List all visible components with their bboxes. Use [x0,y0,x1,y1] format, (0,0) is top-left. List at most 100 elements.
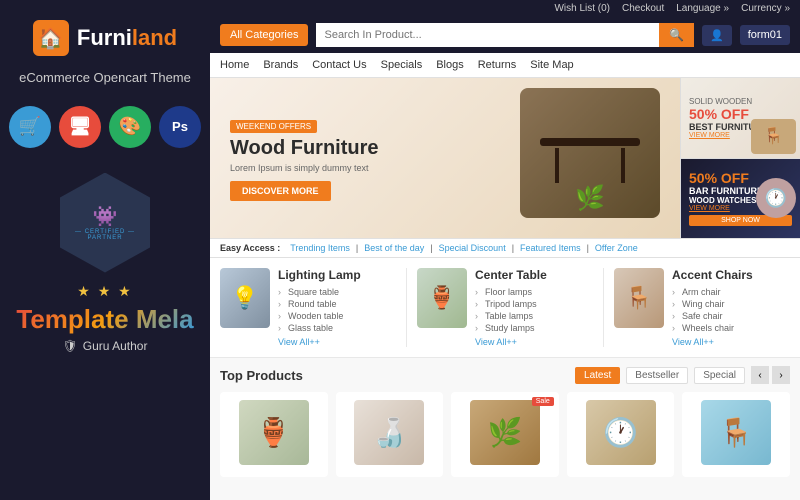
wishlist-link[interactable]: Wish List (0) [554,3,610,14]
special-discount-link[interactable]: Special Discount [439,243,506,253]
accent-chair-image: 🪑 [614,268,664,328]
product-image-3: 🌿 [470,400,540,465]
user-account-button[interactable]: form01 [740,25,790,45]
layers-icon: 🎨 [109,106,151,148]
accent-chairs-list: Arm chair Wing chair Safe chair Wheels c… [672,286,790,334]
hero-furniture-image: 🌿 [520,88,660,218]
next-products-button[interactable]: › [772,366,790,384]
top-products-header: Top Products Latest Bestseller Special ‹… [220,366,790,384]
hero-title: Wood Furniture [230,137,379,159]
accent-chairs-content: Accent Chairs Arm chair Wing chair Safe … [672,268,790,347]
list-item: Wheels chair [672,322,790,334]
table-leg-right [621,148,625,183]
top-products-nav: ‹ › [751,366,790,384]
lighting-lamp-title: Lighting Lamp [278,268,396,282]
stars-rating: ★ ★ ★ [77,283,132,300]
checkout-link[interactable]: Checkout [622,3,664,14]
list-item: Wing chair [672,298,790,310]
badge-area: 👾 — CERTIFIED — PARTNER ★ ★ ★ Template M… [16,173,193,353]
best-of-day-link[interactable]: Best of the day [364,243,424,253]
category-divider-2 [603,268,604,347]
hero-content: WEEKEND OFFERS Wood Furniture Lorem Ipsu… [230,116,379,201]
search-bar: 🔍 [316,23,694,47]
hexagon-badge: 👾 — CERTIFIED — PARTNER [60,173,150,273]
discover-more-button[interactable]: DISCOVER MORE [230,181,331,201]
center-table-image: 🏺 [417,268,467,328]
header-icons: 👤 form01 [702,25,790,46]
product-card-2[interactable]: 🍶 [336,392,444,477]
solid-wooden-label: SOLID WOODEN [689,97,792,106]
tab-bestseller[interactable]: Bestseller [626,367,688,384]
brand-name: Template Mela [16,304,193,335]
side-furniture-image: 🪑 [751,119,796,154]
list-item: Square table [278,286,396,298]
search-button[interactable]: 🔍 [659,23,694,47]
list-item: Round table [278,298,396,310]
left-panel: 🏠 Furniland eCommerce Opencart Theme 🛒 🖥… [0,0,210,500]
categories-button[interactable]: All Categories [220,24,308,46]
prev-products-button[interactable]: ‹ [751,366,769,384]
product-badge-3: Sale [532,397,554,406]
shield-icon: 🛡 [63,339,78,353]
product-card-4[interactable]: 🕐 [567,392,675,477]
account-button[interactable]: 👤 [702,25,732,46]
tab-latest[interactable]: Latest [575,367,620,384]
nav-contact[interactable]: Contact Us [312,59,366,71]
right-panel: Wish List (0) Checkout Language » Curren… [210,0,800,500]
table-leg-left [555,148,559,183]
category-accent-chairs: 🪑 Accent Chairs Arm chair Wing chair Saf… [614,268,790,347]
nav-blogs[interactable]: Blogs [436,59,464,71]
table-shape [540,123,640,183]
easy-access-bar: Easy Access : Trending Items | Best of t… [210,238,800,258]
search-input[interactable] [316,23,659,47]
product-card-3[interactable]: Sale 🌿 [451,392,559,477]
nav-brands[interactable]: Brands [263,59,298,71]
top-products-controls: Latest Bestseller Special ‹ › [575,366,790,384]
trending-items-link[interactable]: Trending Items [290,243,350,253]
monster-face-icon: 👾 [93,204,118,229]
list-item: Floor lamps [475,286,593,298]
nav-bar: Home Brands Contact Us Specials Blogs Re… [210,53,800,78]
tab-special[interactable]: Special [694,367,745,384]
logo-area: 🏠 Furniland [33,20,177,56]
product-card-5[interactable]: 🪑 [682,392,790,477]
nav-sitemap[interactable]: Site Map [530,59,573,71]
category-divider-1 [406,268,407,347]
author-label: 🛡 Guru Author [63,339,148,353]
lighting-lamp-image: 💡 [220,268,270,328]
hex-inner: 👾 — CERTIFIED — PARTNER [75,204,135,241]
tagline: eCommerce Opencart Theme [19,68,191,88]
accent-chairs-title: Accent Chairs [672,268,790,282]
product-card-1[interactable]: 🏺 [220,392,328,477]
nav-home[interactable]: Home [220,59,249,71]
offer-zone-link[interactable]: Offer Zone [595,243,638,253]
lighting-view-all-link[interactable]: View All++ [278,337,396,347]
featured-items-link[interactable]: Featured Items [520,243,581,253]
nav-specials[interactable]: Specials [381,59,423,71]
categories-section: 💡 Lighting Lamp Square table Round table… [210,258,800,358]
center-table-title: Center Table [475,268,593,282]
currency-dropdown[interactable]: Currency » [741,3,790,14]
list-item: Arm chair [672,286,790,298]
category-center-table: 🏺 Center Table Floor lamps Tripod lamps … [417,268,593,347]
hero-badge: WEEKEND OFFERS [230,120,317,133]
language-dropdown[interactable]: Language » [676,3,729,14]
list-item: Glass table [278,322,396,334]
cart-icon: 🛒 [9,106,51,148]
center-table-view-all-link[interactable]: View All++ [475,337,593,347]
category-lighting-lamp: 💡 Lighting Lamp Square table Round table… [220,268,396,347]
responsive-icon: 🖥 [59,106,101,148]
hero-area: WEEKEND OFFERS Wood Furniture Lorem Ipsu… [210,78,800,238]
tech-icons-row: 🛒 🖥 🎨 Ps [9,106,201,148]
plant-decoration: 🌿 [575,184,605,213]
list-item: Table lamps [475,310,593,322]
hero-side-banners: SOLID WOODEN 50% OFF BEST FURNITURE VIEW… [680,78,800,238]
product-image-1: 🏺 [239,400,309,465]
accent-chairs-view-all-link[interactable]: View All++ [672,337,790,347]
list-item: Safe chair [672,310,790,322]
lighting-lamp-content: Lighting Lamp Square table Round table W… [278,268,396,347]
product-image-5: 🪑 [701,400,771,465]
product-image-4: 🕐 [586,400,656,465]
nav-returns[interactable]: Returns [478,59,517,71]
photoshop-icon: Ps [159,106,201,148]
